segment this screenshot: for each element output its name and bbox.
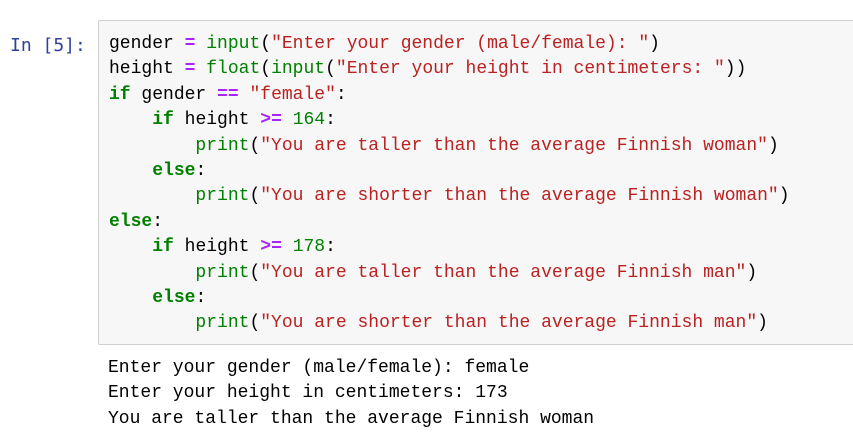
code-token-name: gender — [109, 34, 174, 54]
code-token-punct: : — [195, 287, 207, 308]
code-token-keyword: else — [152, 287, 196, 308]
code-token-builtin: print — [195, 135, 250, 156]
code-token-name: height — [184, 110, 250, 131]
code-token-name: gender — [141, 84, 207, 105]
code-token-builtin: input — [206, 34, 261, 54]
code-line: print("You are taller than the average F… — [109, 261, 790, 286]
code-token-op: == — [217, 84, 239, 105]
code-token-string: "You are taller than the average Finnish… — [260, 135, 768, 156]
code-token-builtin: print — [195, 313, 250, 334]
code-token-number: 178 — [292, 237, 326, 258]
code-token-punct: ) — [778, 186, 790, 207]
code-token-op: = — [184, 59, 196, 80]
code-token-punct: ( — [260, 34, 272, 54]
code-token-builtin: float — [206, 59, 261, 80]
code-cell[interactable]: gender = input("Enter your gender (male/… — [98, 20, 853, 345]
code-token-punct: ( — [249, 186, 261, 207]
code-token-keyword: if — [109, 84, 131, 105]
code-token-punct: ( — [249, 262, 261, 283]
code-editor[interactable]: gender = input("Enter your gender (male/… — [109, 32, 790, 337]
code-line: print("You are shorter than the average … — [109, 311, 790, 336]
code-token-punct: ) — [757, 313, 768, 334]
code-line: if height >= 164: — [109, 108, 790, 133]
code-token-op: >= — [260, 237, 282, 258]
code-token-string: "Enter your height in centimeters: " — [335, 59, 725, 80]
code-token-punct: ( — [325, 59, 336, 80]
cell-output: Enter your gender (male/female): female E… — [108, 356, 594, 432]
code-token-keyword: else — [152, 160, 196, 181]
output-line: You are taller than the average Finnish … — [108, 408, 595, 429]
code-token-keyword: if — [152, 110, 174, 131]
code-line: print("You are taller than the average F… — [109, 134, 790, 159]
code-token-punct: )) — [724, 59, 747, 80]
code-token-string: "You are taller than the average Finnish… — [260, 262, 747, 283]
code-token-op: >= — [260, 110, 282, 131]
code-token-number: 164 — [292, 110, 326, 131]
code-token-punct: ( — [249, 135, 261, 156]
code-line: else: — [109, 210, 790, 235]
code-line: height = float(input("Enter your height … — [109, 57, 790, 82]
code-token-punct: : — [152, 211, 164, 232]
code-token-string: "female" — [249, 84, 336, 105]
code-token-punct: ) — [649, 34, 660, 54]
code-token-punct: ) — [767, 135, 779, 156]
code-line: if height >= 178: — [109, 235, 790, 260]
code-token-punct: : — [195, 160, 207, 181]
code-line: else: — [109, 286, 790, 311]
code-token-punct: : — [335, 84, 347, 105]
code-token-punct: ( — [249, 313, 261, 334]
code-token-keyword: else — [109, 211, 153, 232]
code-token-string: "You are shorter than the average Finnis… — [260, 186, 779, 207]
output-line: Enter your height in centimeters: 173 — [108, 383, 508, 404]
code-token-punct: : — [325, 110, 336, 131]
code-line: print("You are shorter than the average … — [109, 184, 790, 209]
code-token-builtin: print — [195, 262, 250, 283]
input-prompt: In [5]: — [10, 35, 86, 56]
code-token-punct: : — [325, 237, 336, 258]
code-token-builtin: input — [271, 59, 326, 80]
code-line: if gender == "female": — [109, 83, 790, 108]
code-token-string: "Enter your gender (male/female): " — [271, 34, 650, 54]
code-token-name: height — [109, 59, 174, 80]
code-line: else: — [109, 159, 790, 184]
code-token-punct: ) — [746, 262, 758, 283]
output-line: Enter your gender (male/female): female — [108, 358, 530, 378]
code-line: gender = input("Enter your gender (male/… — [109, 32, 790, 57]
code-token-string: "You are shorter than the average Finnis… — [260, 313, 758, 334]
code-token-name: height — [184, 237, 250, 258]
code-token-op: = — [184, 34, 196, 54]
code-token-builtin: print — [195, 186, 250, 207]
code-token-keyword: if — [152, 237, 174, 258]
code-token-punct: ( — [260, 59, 272, 80]
